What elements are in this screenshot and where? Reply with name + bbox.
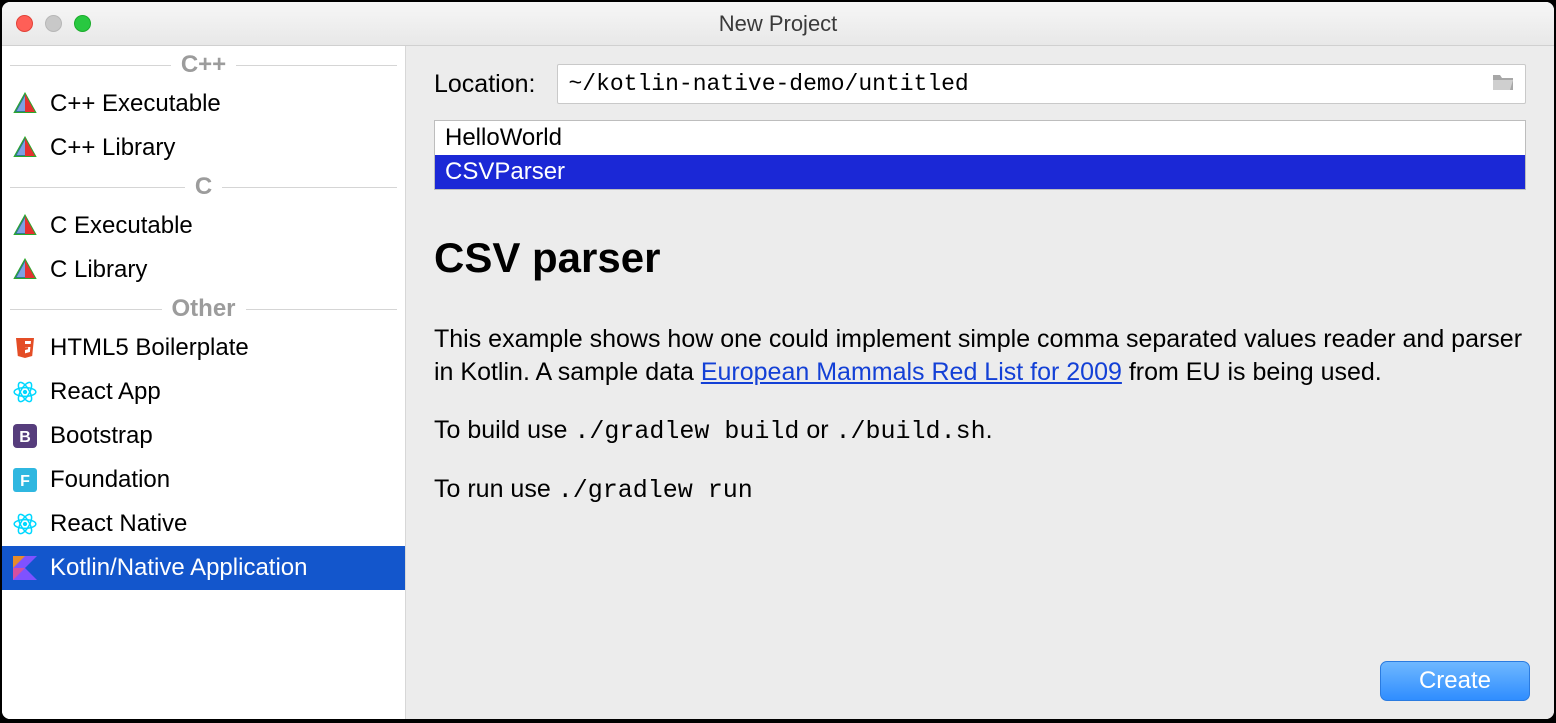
template-item-hello-world[interactable]: HelloWorld [435, 121, 1525, 155]
template-item-csv-parser[interactable]: CSVParser [435, 155, 1525, 189]
sidebar-item-c-executable[interactable]: C Executable [2, 204, 405, 248]
sidebar-item-label: HTML5 Boilerplate [50, 334, 249, 362]
create-button[interactable]: Create [1380, 661, 1530, 701]
body: C++ C++ Executable C++ Library C C Executabl… [2, 46, 1554, 719]
new-project-window: New Project C++ C++ Executable C++ Library… [2, 2, 1554, 719]
location-input-wrap [557, 64, 1526, 104]
description-build-line: To build use ./gradlew build or ./build.… [434, 414, 1526, 449]
sidebar-item-react-native[interactable]: React Native [2, 502, 405, 546]
template-list[interactable]: HelloWorldCSVParser [434, 120, 1526, 190]
sidebar-item-kotlin-native[interactable]: Kotlin/Native Application [2, 546, 405, 590]
group-label: C [185, 173, 222, 201]
run-command: ./gradlew run [558, 476, 753, 505]
html5-icon [12, 335, 38, 361]
desc-text: . [986, 416, 993, 444]
footer: Create [406, 655, 1554, 719]
sidebar-item-react-app[interactable]: React App [2, 370, 405, 414]
sidebar-group-header: Other [2, 292, 405, 326]
location-input[interactable] [568, 71, 1483, 97]
window-close-button[interactable] [16, 15, 33, 32]
group-label: C++ [171, 51, 236, 79]
kotlin-icon [12, 555, 38, 581]
sidebar-group-header: C [2, 170, 405, 204]
window-title: New Project [2, 11, 1554, 37]
bootstrap-icon: B [12, 423, 38, 449]
window-minimize-button[interactable] [45, 15, 62, 32]
group-label: Other [162, 295, 246, 323]
description-paragraph-1: This example shows how one could impleme… [434, 323, 1526, 391]
svg-text:B: B [19, 429, 31, 446]
browse-folder-icon[interactable] [1491, 72, 1515, 97]
desc-text: or [799, 416, 835, 444]
svg-text:F: F [20, 473, 30, 490]
description-run-line: To run use ./gradlew run [434, 473, 1526, 508]
build-command-1: ./gradlew build [574, 417, 799, 446]
template-description: CSV parser This example shows how one co… [406, 206, 1554, 532]
sidebar-item-foundation[interactable]: F Foundation [2, 458, 405, 502]
sidebar-item-label: C Executable [50, 212, 193, 240]
window-controls [16, 15, 91, 32]
triangle-icon [12, 91, 38, 117]
build-command-2: ./build.sh [836, 417, 986, 446]
sidebar-item-cpp-executable[interactable]: C++ Executable [2, 82, 405, 126]
react-icon [12, 511, 38, 537]
titlebar: New Project [2, 2, 1554, 46]
sidebar-item-label: React App [50, 378, 161, 406]
sidebar-item-bootstrap[interactable]: B Bootstrap [2, 414, 405, 458]
sidebar-item-label: React Native [50, 510, 187, 538]
sidebar-item-cpp-library[interactable]: C++ Library [2, 126, 405, 170]
main-panel: Location: HelloWorldCSVParser CSV parser… [406, 46, 1554, 719]
sidebar-item-label: C++ Library [50, 134, 175, 162]
sidebar-item-label: C++ Executable [50, 90, 221, 118]
triangle-icon [12, 257, 38, 283]
sidebar-item-c-library[interactable]: C Library [2, 248, 405, 292]
desc-text: To run use [434, 475, 558, 503]
window-maximize-button[interactable] [74, 15, 91, 32]
foundation-icon: F [12, 467, 38, 493]
project-type-sidebar: C++ C++ Executable C++ Library C C Executabl… [2, 46, 406, 719]
desc-text: To build use [434, 416, 574, 444]
sidebar-item-label: Foundation [50, 466, 170, 494]
triangle-icon [12, 213, 38, 239]
location-row: Location: [406, 46, 1554, 120]
desc-text: from EU is being used. [1122, 358, 1382, 386]
sidebar-item-html5-boilerplate[interactable]: HTML5 Boilerplate [2, 326, 405, 370]
sidebar-item-label: Bootstrap [50, 422, 153, 450]
location-label: Location: [434, 70, 535, 99]
sidebar-group-header: C++ [2, 48, 405, 82]
triangle-icon [12, 135, 38, 161]
sidebar-item-label: Kotlin/Native Application [50, 554, 307, 582]
react-icon [12, 379, 38, 405]
description-heading: CSV parser [434, 230, 1526, 287]
sample-data-link[interactable]: European Mammals Red List for 2009 [701, 358, 1122, 386]
sidebar-item-label: C Library [50, 256, 147, 284]
